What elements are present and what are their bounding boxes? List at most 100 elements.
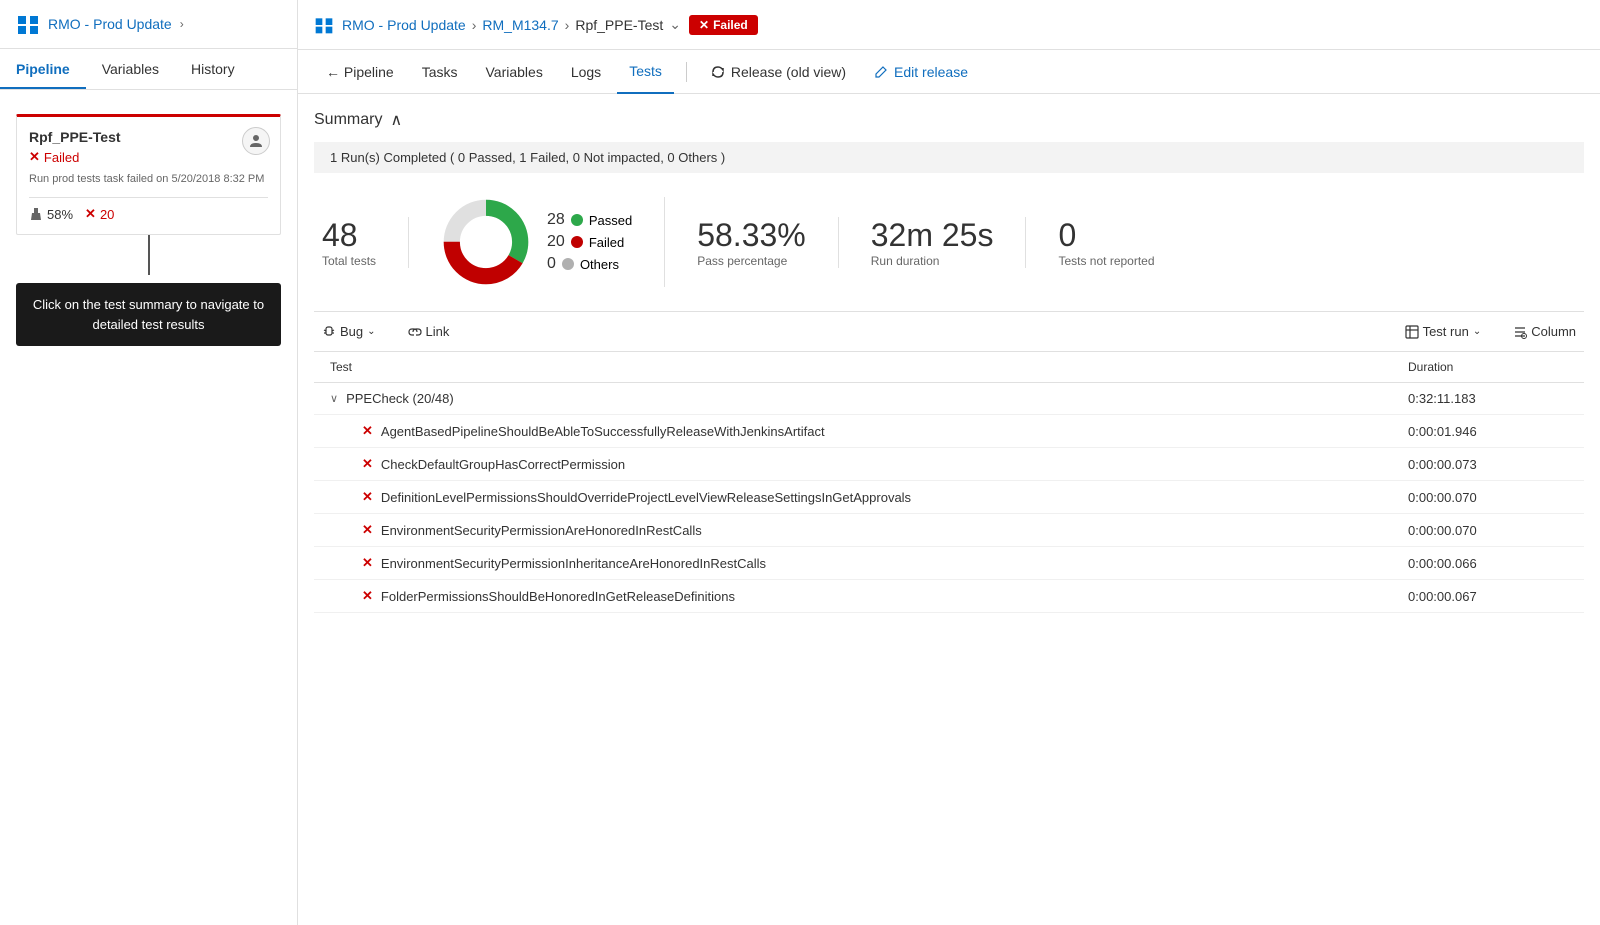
test-name: AgentBasedPipelineShouldBeAbleToSuccessf… bbox=[381, 424, 1408, 439]
fail-icon: ✕ bbox=[362, 456, 373, 472]
table-row: ✕ FolderPermissionsShouldBeHonoredInGetR… bbox=[314, 580, 1584, 613]
pass-pct-text: 58% bbox=[47, 207, 73, 222]
fail-icon: ✕ bbox=[362, 423, 373, 439]
test-duration: 0:00:00.067 bbox=[1408, 589, 1568, 604]
breadcrumb-release[interactable]: RM_M134.7 bbox=[482, 17, 558, 33]
connector-line bbox=[148, 235, 150, 275]
test-group-row[interactable]: ∨ PPECheck (20/48) 0:32:11.183 bbox=[314, 383, 1584, 415]
breadcrumb-project[interactable]: RMO - Prod Update bbox=[342, 17, 466, 33]
toolbar-right: Test run ⌄ Column bbox=[1397, 320, 1584, 343]
link-button[interactable]: Link bbox=[400, 320, 458, 343]
failed-label: Failed bbox=[589, 235, 624, 250]
summary-chevron: ∧ bbox=[390, 110, 402, 130]
fail-icon: ✕ bbox=[362, 588, 373, 604]
test-name: DefinitionLevelPermissionsShouldOverride… bbox=[381, 490, 1408, 505]
sidebar-project-title[interactable]: RMO - Prod Update bbox=[48, 16, 172, 32]
fail-x-icon: ✕ bbox=[85, 206, 96, 222]
test-duration: 0:00:00.070 bbox=[1408, 523, 1568, 538]
sidebar-nav-history[interactable]: History bbox=[175, 49, 251, 89]
pass-pct-number: 58.33% bbox=[697, 217, 806, 254]
bug-button[interactable]: Bug ⌄ bbox=[314, 320, 384, 343]
stage-card[interactable]: Rpf_PPE-Test ✕ Failed Run prod tests tas… bbox=[16, 114, 281, 235]
nav-release-old[interactable]: Release (old view) bbox=[699, 50, 858, 94]
breadcrumb-sep-1: › bbox=[472, 17, 477, 33]
sidebar-header: RMO - Prod Update › bbox=[0, 0, 297, 49]
test-duration: 0:00:01.946 bbox=[1408, 424, 1568, 439]
group-name: PPECheck (20/48) bbox=[346, 391, 454, 406]
not-reported-label: Tests not reported bbox=[1058, 254, 1154, 268]
legend-passed: 28 Passed bbox=[547, 211, 632, 229]
nav-tasks[interactable]: Tasks bbox=[410, 50, 470, 94]
breadcrumb-dropdown-icon[interactable]: ⌄ bbox=[669, 16, 681, 33]
nav-variables[interactable]: Variables bbox=[474, 50, 555, 94]
table-row: ✕ EnvironmentSecurityPermissionInheritan… bbox=[314, 547, 1584, 580]
person-icon bbox=[248, 133, 264, 149]
total-tests-label: Total tests bbox=[322, 254, 376, 268]
nav-release-old-text: Release (old view) bbox=[731, 64, 846, 80]
nav-pipeline[interactable]: ← Pipeline bbox=[314, 50, 406, 94]
test-run-button[interactable]: Test run ⌄ bbox=[1397, 320, 1490, 343]
others-label: Others bbox=[580, 257, 619, 272]
test-duration: 0:00:00.073 bbox=[1408, 457, 1568, 472]
test-name: CheckDefaultGroupHasCorrectPermission bbox=[381, 457, 1408, 472]
donut-chart-container: 28 Passed 20 Failed 0 bbox=[409, 197, 665, 287]
badge-x-icon: ✕ bbox=[699, 18, 709, 32]
main-content: RMO - Prod Update › RM_M134.7 › Rpf_PPE-… bbox=[298, 0, 1600, 925]
tooltip-box: Click on the test summary to navigate to… bbox=[16, 283, 281, 346]
group-duration: 0:32:11.183 bbox=[1408, 391, 1568, 406]
bug-chevron: ⌄ bbox=[367, 326, 375, 337]
stage-name: Rpf_PPE-Test bbox=[29, 129, 268, 145]
flask-icon bbox=[29, 207, 43, 221]
sidebar-nav-pipeline[interactable]: Pipeline bbox=[0, 49, 86, 89]
stats-row: 48 Total tests bbox=[314, 189, 1584, 295]
test-run-label: Test run bbox=[1423, 324, 1469, 339]
breadcrumb-sep-2: › bbox=[565, 17, 570, 33]
bug-label: Bug bbox=[340, 324, 363, 339]
test-toolbar: Bug ⌄ Link bbox=[314, 311, 1584, 352]
edit-icon bbox=[874, 65, 888, 79]
failed-badge: ✕ Failed bbox=[689, 15, 758, 35]
stage-fail: ✕ 20 bbox=[85, 206, 114, 222]
table-header: Test Duration bbox=[314, 352, 1584, 383]
col-duration-header: Duration bbox=[1408, 360, 1568, 374]
main-body: Summary ∧ 1 Run(s) Completed ( 0 Passed,… bbox=[298, 94, 1600, 925]
fail-icon: ✕ bbox=[362, 555, 373, 571]
test-name: FolderPermissionsShouldBeHonoredInGetRel… bbox=[381, 589, 1408, 604]
table-row: ✕ DefinitionLevelPermissionsShouldOverri… bbox=[314, 481, 1584, 514]
nav-separator bbox=[686, 62, 687, 82]
avatar-button[interactable] bbox=[242, 127, 270, 155]
link-icon bbox=[408, 325, 422, 339]
nav-logs[interactable]: Logs bbox=[559, 50, 613, 94]
test-table: Test Duration ∨ PPECheck (20/48) 0:32:11… bbox=[314, 352, 1584, 613]
badge-text: Failed bbox=[713, 18, 748, 32]
nav-tests[interactable]: Tests bbox=[617, 50, 674, 94]
stage-status: ✕ Failed bbox=[29, 149, 268, 165]
pass-pct-label: Pass percentage bbox=[697, 254, 806, 268]
column-button[interactable]: Column bbox=[1505, 320, 1584, 343]
legend-others: 0 Others bbox=[547, 255, 632, 273]
ado-logo bbox=[16, 12, 40, 36]
fail-count-text: 20 bbox=[100, 207, 114, 222]
failed-count: 20 bbox=[547, 233, 565, 251]
not-reported-stat: 0 Tests not reported bbox=[1026, 217, 1186, 268]
passed-dot bbox=[571, 214, 583, 226]
test-run-chevron: ⌄ bbox=[1473, 326, 1481, 337]
main-nav: ← Pipeline Tasks Variables Logs Tests Re… bbox=[298, 50, 1600, 94]
donut-chart bbox=[441, 197, 531, 287]
summary-title: Summary bbox=[314, 111, 382, 129]
group-chevron-icon: ∨ bbox=[330, 392, 338, 405]
fail-icon: ✕ bbox=[362, 522, 373, 538]
table-row: ✕ AgentBasedPipelineShouldBeAbleToSucces… bbox=[314, 415, 1584, 448]
stage-description: Run prod tests task failed on 5/20/2018 … bbox=[29, 173, 268, 185]
test-duration: 0:00:00.066 bbox=[1408, 556, 1568, 571]
test-name: EnvironmentSecurityPermissionAreHonoredI… bbox=[381, 523, 1408, 538]
sidebar-nav-variables[interactable]: Variables bbox=[86, 49, 175, 89]
table-row: ✕ CheckDefaultGroupHasCorrectPermission … bbox=[314, 448, 1584, 481]
test-duration: 0:00:00.070 bbox=[1408, 490, 1568, 505]
main-ado-logo bbox=[314, 15, 334, 35]
nav-edit-release[interactable]: Edit release bbox=[862, 50, 980, 94]
run-duration-label: Run duration bbox=[871, 254, 994, 268]
sidebar-content: Rpf_PPE-Test ✕ Failed Run prod tests tas… bbox=[0, 90, 297, 362]
summary-header[interactable]: Summary ∧ bbox=[314, 110, 1584, 130]
others-count: 0 bbox=[547, 255, 556, 273]
